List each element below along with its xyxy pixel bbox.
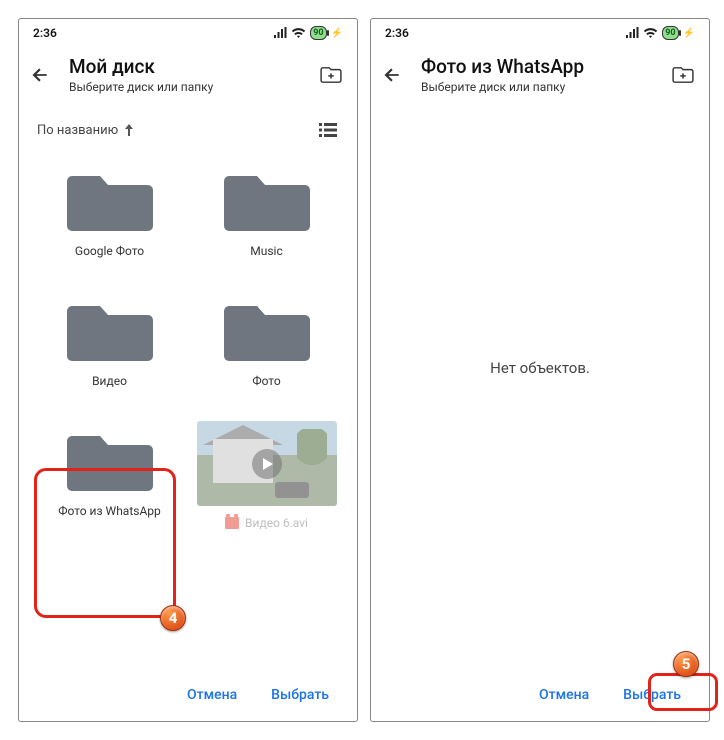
arrow-up-icon: [124, 124, 134, 136]
wifi-icon: [291, 27, 306, 39]
video-thumbnail: [197, 421, 337, 506]
wifi-icon: [643, 27, 658, 39]
sort-button[interactable]: По названию: [37, 123, 134, 138]
sort-row: По названию: [19, 103, 357, 151]
folder-icon: [212, 161, 322, 236]
header: Мой диск Выберите диск или папку: [19, 47, 357, 103]
battery-icon: 90: [662, 26, 678, 40]
empty-state: Нет объектов.: [371, 103, 709, 633]
folder-label: Music: [250, 244, 282, 259]
folder-icon: [55, 291, 165, 366]
page-subtitle: Выберите диск или папку: [421, 80, 651, 94]
folder-label: Фото: [252, 374, 280, 389]
back-button[interactable]: [29, 64, 51, 86]
folder-icon: [212, 291, 322, 366]
footer: Отмена Выбрать: [371, 669, 709, 721]
page-title: Мой диск: [69, 56, 299, 79]
charging-icon: ⚡: [683, 28, 695, 39]
signal-icon: [625, 27, 639, 39]
cancel-button[interactable]: Отмена: [533, 679, 595, 711]
select-button[interactable]: Выбрать: [617, 679, 687, 711]
screenshot-left: 2:36 90 ⚡ Мой диск Выберите диск или пап…: [18, 18, 358, 722]
folder-icon: [55, 161, 165, 236]
battery-icon: 90: [310, 26, 326, 40]
play-icon: [252, 449, 282, 479]
back-button[interactable]: [381, 64, 403, 86]
signal-icon: [273, 27, 287, 39]
select-button[interactable]: Выбрать: [265, 679, 335, 711]
status-time: 2:36: [385, 26, 409, 40]
status-icons: 90 ⚡: [625, 26, 695, 40]
status-bar: 2:36 90 ⚡: [19, 19, 357, 47]
folder-label: Фото из WhatsApp: [58, 504, 161, 519]
list-view-button[interactable]: [317, 119, 339, 141]
folder-item[interactable]: Фото: [194, 287, 339, 397]
video-item: Видео 6.avi: [194, 417, 339, 538]
folder-item[interactable]: Music: [194, 157, 339, 267]
video-file-icon: [225, 517, 239, 529]
video-label: Видео 6.avi: [245, 516, 308, 530]
sort-label: По названию: [37, 123, 118, 138]
new-folder-button[interactable]: [669, 61, 697, 89]
folder-label: Видео: [92, 374, 127, 389]
status-time: 2:36: [33, 26, 57, 40]
folder-icon: [55, 421, 165, 496]
charging-icon: ⚡: [331, 28, 343, 39]
status-icons: 90 ⚡: [273, 26, 343, 40]
new-folder-button[interactable]: [317, 61, 345, 89]
folder-item-whatsapp[interactable]: Фото из WhatsApp: [37, 417, 182, 538]
folder-item[interactable]: Google Фото: [37, 157, 182, 267]
cancel-button[interactable]: Отмена: [181, 679, 243, 711]
empty-text: Нет объектов.: [490, 359, 590, 377]
folder-grid: Google Фото Music Видео Фото: [19, 151, 357, 544]
folder-item[interactable]: Видео: [37, 287, 182, 397]
folder-label: Google Фото: [75, 244, 144, 259]
header: Фото из WhatsApp Выберите диск или папку: [371, 47, 709, 103]
page-subtitle: Выберите диск или папку: [69, 80, 299, 94]
screenshot-right: 2:36 90 ⚡ Фото из WhatsApp Выберите диск…: [370, 18, 710, 722]
status-bar: 2:36 90 ⚡: [371, 19, 709, 47]
page-title: Фото из WhatsApp: [421, 56, 651, 79]
footer: Отмена Выбрать: [19, 669, 357, 721]
